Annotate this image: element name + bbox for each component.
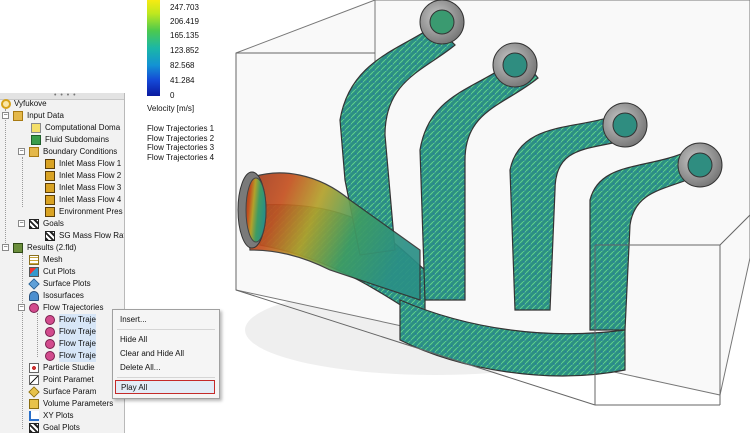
results-icon <box>13 243 23 253</box>
folder-icon <box>13 111 23 121</box>
trajectory-name: Flow Trajectories 3 <box>147 143 215 152</box>
collapse-toggle[interactable]: − <box>18 304 25 311</box>
trajectory-item-icon <box>45 351 55 361</box>
boundary-icon <box>45 183 55 193</box>
context-menu: Insert... Hide All Clear and Hide All De… <box>112 309 220 399</box>
legend-tick: 165.135 <box>170 31 199 40</box>
boundary-icon <box>45 159 55 169</box>
trajectory-item-icon <box>45 327 55 337</box>
point-icon <box>29 375 39 385</box>
legend-tick: 0 <box>170 91 175 100</box>
boundary-icon <box>45 171 55 181</box>
goal-icon <box>45 231 55 241</box>
collapse-toggle[interactable]: − <box>2 112 9 119</box>
legend-tick: 247.703 <box>170 3 199 12</box>
surface-param-icon <box>28 386 40 398</box>
cut-plot-icon <box>29 267 39 277</box>
domain-icon <box>31 123 41 133</box>
trajectory-list: Flow Trajectories 1 Flow Trajectories 2 … <box>147 124 214 162</box>
menu-item-hide-all[interactable]: Hide All <box>120 335 147 344</box>
trajectory-icon <box>29 303 39 313</box>
boundary-icon <box>45 195 55 205</box>
menu-item-insert[interactable]: Insert... <box>120 315 147 324</box>
trajectory-name: Flow Trajectories 4 <box>147 152 215 162</box>
collapse-toggle[interactable]: − <box>2 244 9 251</box>
folder-icon <box>29 147 39 157</box>
menu-item-clear-and-hide-all[interactable]: Clear and Hide All <box>120 349 184 358</box>
legend-tick: 123.852 <box>170 46 199 55</box>
menu-item-delete-all[interactable]: Delete All... <box>120 363 160 372</box>
menu-separator <box>117 377 215 378</box>
isosurface-icon <box>29 291 39 301</box>
collapse-toggle[interactable]: − <box>18 220 25 227</box>
graphics-viewport[interactable] <box>220 0 750 433</box>
menu-item-play-all[interactable]: Play All <box>115 380 215 394</box>
trajectory-name: Flow Trajectories 1 <box>147 124 215 133</box>
assembly-icon <box>1 99 11 109</box>
legend-tick: 41.284 <box>170 76 195 85</box>
legend-color-bar <box>147 0 160 96</box>
collapse-toggle[interactable]: − <box>18 148 25 155</box>
menu-separator <box>117 329 215 330</box>
trajectory-name: Flow Trajectories 2 <box>147 133 215 143</box>
legend-tick: 206.419 <box>170 17 199 26</box>
xy-plot-icon <box>29 411 39 421</box>
exhaust-manifold-render <box>235 0 750 406</box>
particle-icon <box>29 363 39 373</box>
legend-tick: 82.568 <box>170 61 195 70</box>
mesh-icon <box>29 255 39 265</box>
volume-param-icon <box>29 399 39 409</box>
feature-tree-panel[interactable]: • • • • Vyfukove − Input Data Computatio… <box>0 93 125 433</box>
trajectory-item-icon <box>45 315 55 325</box>
surface-plot-icon <box>28 278 40 290</box>
goal-plot-icon <box>29 423 39 433</box>
trajectory-item-icon <box>45 339 55 349</box>
legend-unit: Velocity [m/s] <box>147 104 195 113</box>
boundary-icon <box>45 207 55 217</box>
fluid-icon <box>31 135 41 145</box>
goals-icon <box>29 219 39 229</box>
